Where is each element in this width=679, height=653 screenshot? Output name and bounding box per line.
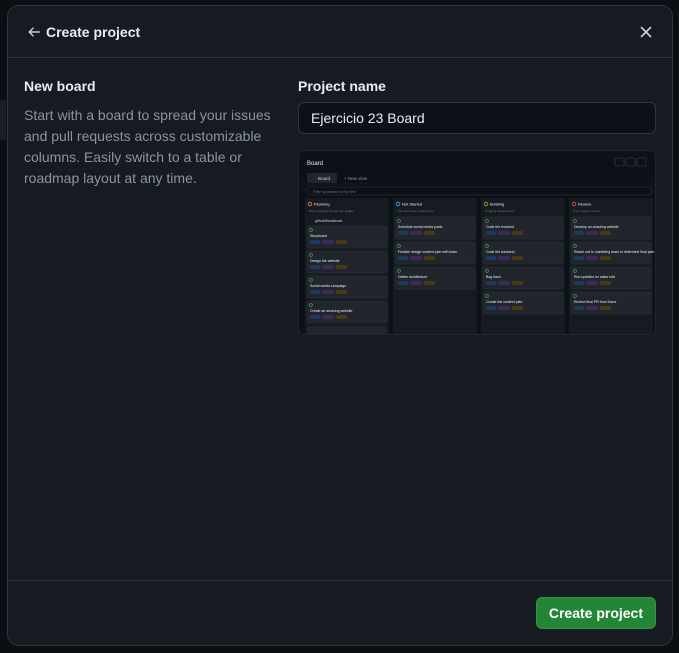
preview-card-label [310, 290, 320, 294]
preview-card-label [322, 290, 334, 294]
preview-card-label [574, 256, 584, 260]
preview-card-label [586, 231, 598, 235]
project-name-label: Project name [298, 78, 386, 94]
preview-title: Board [307, 161, 323, 167]
preview-card-label [336, 315, 347, 319]
preview-card-title: Develop an amazing website [574, 225, 619, 229]
preview-card-title: Code the backend [486, 250, 514, 254]
create-project-button[interactable]: Create project [535, 597, 656, 629]
preview-card-label [600, 256, 611, 260]
preview-card-label [398, 231, 408, 235]
preview-card-title: Create the content plan [486, 300, 522, 304]
preview-card-label [574, 306, 584, 310]
preview-card-label [310, 315, 320, 319]
back-button[interactable] [24, 22, 44, 42]
preview-card-label [486, 306, 496, 310]
preview-card-title: Storyboard [310, 234, 327, 238]
preview-card-label [574, 231, 584, 235]
preview-card-label [424, 231, 435, 235]
preview-card-label [398, 256, 408, 260]
preview-new-view: + New view [344, 176, 368, 181]
preview-column-name: Building [490, 202, 504, 207]
preview-card-label [512, 256, 523, 260]
preview-view-tab-label: Board [318, 176, 331, 181]
preview-column-subtitle: This work hasn't started yet [397, 209, 434, 213]
background-page-edge [0, 100, 6, 140]
preview-card [307, 326, 387, 334]
preview-card-label [498, 306, 510, 310]
preview-card-label [336, 290, 347, 294]
preview-card-label [322, 265, 334, 269]
create-project-dialog: Create project New board Start with a bo… [7, 5, 673, 646]
dialog-header: Create project [8, 6, 672, 58]
preview-card-label [486, 281, 496, 285]
preview-card-label [512, 281, 523, 285]
preview-filter-bar [306, 186, 653, 196]
preview-card-label [512, 306, 523, 310]
preview-card-label [512, 231, 523, 235]
preview-card-label [310, 240, 320, 244]
preview-card-label [574, 281, 584, 285]
preview-card-title: Schedule social media posts [398, 225, 443, 229]
preview-card-label [410, 231, 422, 235]
dialog-footer: Create project [8, 580, 672, 645]
template-description: New board Start with a board to spread y… [24, 78, 274, 189]
preview-card-label [498, 231, 510, 235]
preview-card-label [586, 281, 598, 285]
preview-card-title: Bug bash [486, 275, 501, 279]
preview-card-label [600, 306, 611, 310]
preview-card-label [310, 265, 320, 269]
preview-card-title: Review final PR from Dana [574, 300, 616, 304]
preview-card-label [398, 281, 408, 285]
preview-column-subtitle: If you need a review [573, 209, 601, 213]
x-icon [640, 26, 652, 37]
preview-card-title: Create an amazing website [310, 309, 352, 313]
arrow-left-icon [28, 26, 40, 37]
template-description-text: Start with a board to spread your issues… [24, 107, 271, 186]
preview-card-label [498, 256, 510, 260]
project-form: Project name Board Board + New view Filter … [298, 78, 656, 335]
preview-column-name: Not Started [402, 202, 422, 207]
preview-card-label [410, 281, 422, 285]
preview-group-label: github/fishattcode [315, 219, 342, 223]
preview-card-title: Reach out to marketing team to determine… [574, 250, 654, 254]
preview-filter-placeholder: Filter by keyword or by field [313, 190, 356, 194]
project-name-input[interactable] [298, 102, 656, 134]
preview-card-label [486, 231, 496, 235]
preview-card-label [586, 256, 598, 260]
preview-card-label [424, 281, 435, 285]
template-heading: New board [24, 78, 96, 94]
preview-card-label [424, 256, 435, 260]
board-preview-graphic: Board Board + New view Filter by keyword or… [299, 151, 655, 334]
preview-column-name: Review [578, 202, 591, 207]
preview-card-title: Code the frontend [486, 225, 514, 229]
preview-column-subtitle: Ongoing development [485, 209, 515, 213]
preview-column-name: Planning [314, 202, 330, 207]
preview-card-label [336, 265, 347, 269]
preview-card-label [322, 315, 334, 319]
preview-card-label [486, 256, 496, 260]
preview-card-title: Design the website [310, 259, 340, 263]
preview-card-label [586, 306, 598, 310]
preview-card-title: Define architecture [398, 275, 427, 279]
dialog-body: New board Start with a board to spread y… [8, 58, 672, 581]
board-preview-image: Board Board + New view Filter by keyword or… [298, 150, 656, 335]
preview-card-label [322, 240, 334, 244]
preview-card-title: Finalize design content plan with team [398, 250, 457, 254]
preview-card-title: Social media campaign [310, 284, 346, 288]
preview-column-subtitle: We're working through the details [309, 209, 354, 213]
preview-card-label [600, 231, 611, 235]
preview-card-label [336, 240, 347, 244]
preview-card-label [498, 281, 510, 285]
preview-card-label [600, 281, 611, 285]
preview-card-title: Run updates for sales edit [574, 275, 615, 279]
dialog-title: Create project [46, 23, 141, 40]
preview-card-label [410, 256, 422, 260]
close-button[interactable] [636, 22, 656, 42]
